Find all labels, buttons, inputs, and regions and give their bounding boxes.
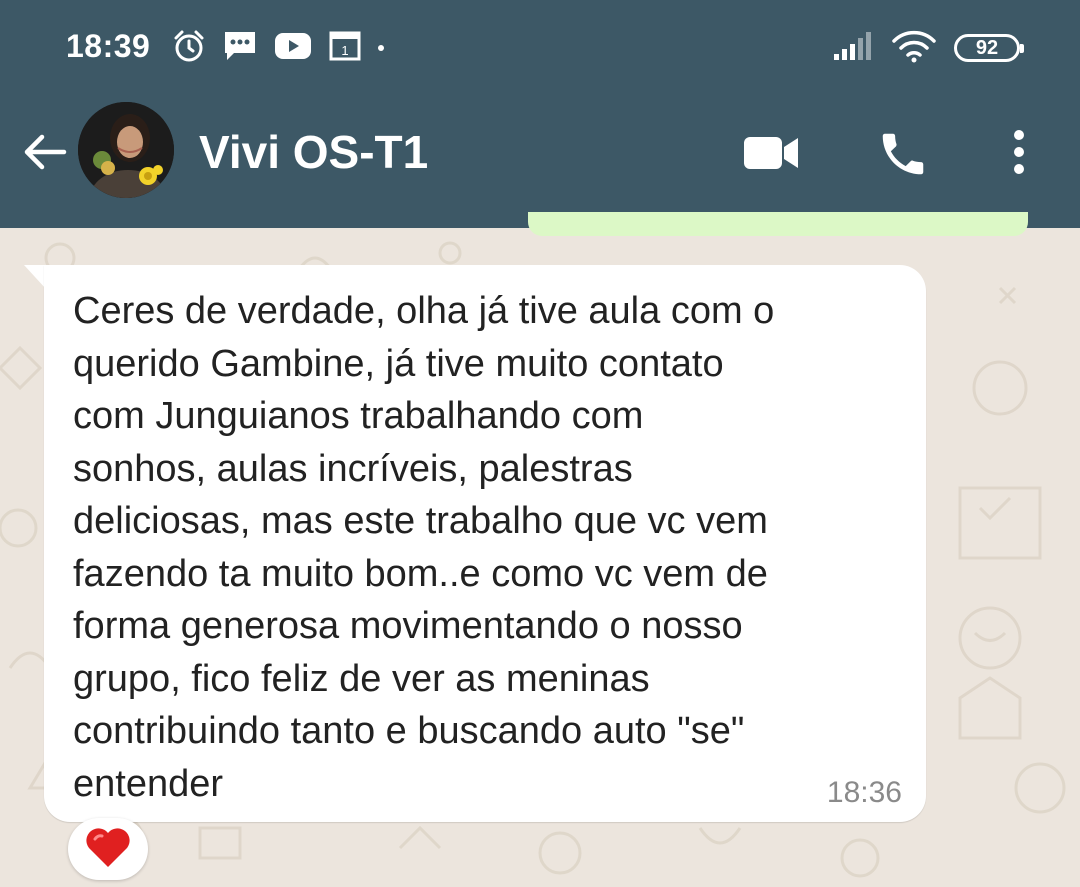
- message-icon: [222, 29, 258, 68]
- message-bubble[interactable]: Ceres de verdade, olha já tive aula com …: [44, 265, 926, 822]
- battery-level: 92: [975, 36, 999, 59]
- bubble-tail: [24, 265, 46, 289]
- phone-icon[interactable]: [876, 127, 930, 181]
- battery-icon: 92: [954, 34, 1024, 62]
- chat-screen: 18:39 1 92 Vivi OS-T1 Ceres de verdade, …: [0, 0, 1080, 887]
- message-text: Ceres de verdade, olha já tive aula com …: [73, 290, 775, 805]
- message-timestamp: 18:36: [826, 776, 902, 809]
- status-time: 18:39: [66, 28, 151, 64]
- signal-icon: [832, 30, 874, 67]
- calendar-icon: 1: [328, 29, 362, 68]
- svg-text:1: 1: [341, 43, 348, 58]
- message-reaction[interactable]: [68, 818, 148, 880]
- back-arrow-icon[interactable]: [20, 127, 70, 177]
- alarm-icon: [172, 29, 206, 68]
- contact-name[interactable]: Vivi OS-T1: [199, 125, 428, 179]
- wifi-icon: [892, 29, 936, 68]
- avatar[interactable]: [78, 102, 174, 198]
- chat-header: 18:39 1 92 Vivi OS-T1: [0, 0, 1080, 228]
- system-icons: 92: [832, 28, 1024, 68]
- video-call-icon[interactable]: [742, 133, 802, 173]
- more-options-icon[interactable]: [1004, 127, 1034, 177]
- previous-message-bubble[interactable]: [528, 212, 1028, 236]
- notification-icons: 1: [172, 28, 384, 68]
- dot-icon: [378, 45, 384, 51]
- heart-icon: [83, 825, 133, 874]
- youtube-icon: [274, 31, 312, 66]
- app-bar: Vivi OS-T1: [0, 95, 1080, 207]
- status-bar: 18:39 1 92: [0, 0, 1080, 95]
